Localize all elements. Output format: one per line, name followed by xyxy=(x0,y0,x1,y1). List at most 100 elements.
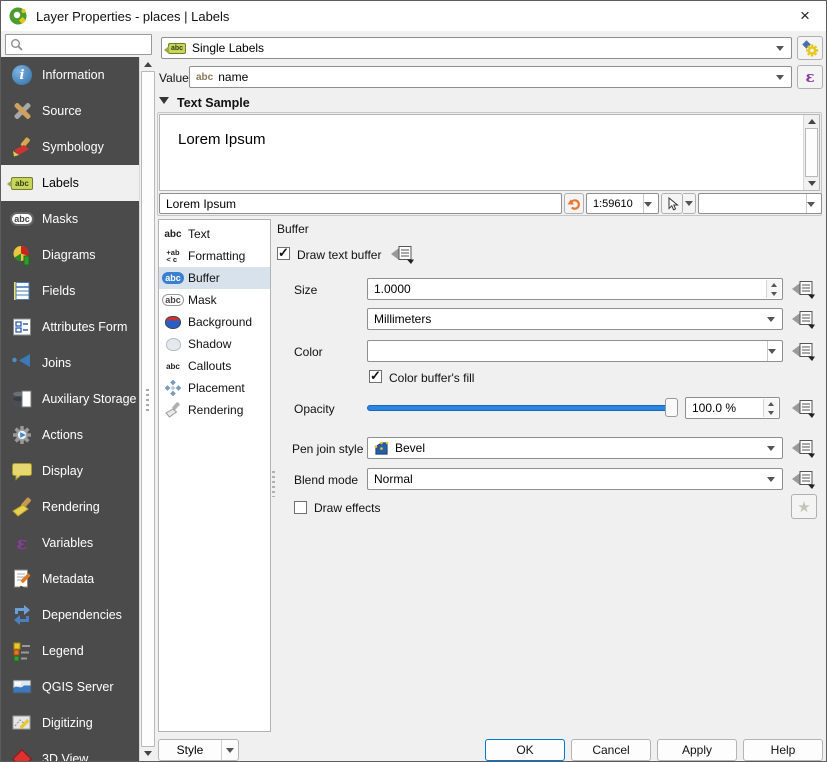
undo-arrow-icon xyxy=(567,197,581,211)
sidebar-item-metadata[interactable]: Metadata xyxy=(1,561,139,597)
3d-view-icon xyxy=(9,746,35,761)
buffer-color-button[interactable] xyxy=(367,340,783,362)
opacity-spinbox[interactable] xyxy=(685,397,780,419)
window-title: Layer Properties - places | Labels xyxy=(36,9,229,24)
automated-placement-settings-button[interactable] xyxy=(797,36,823,60)
sidebar-item-actions[interactable]: Actions xyxy=(1,417,139,453)
text-tab-icon: abc xyxy=(161,229,185,240)
sidebar-item-symbology[interactable]: Symbology xyxy=(1,129,139,165)
draw-text-buffer-label: Draw text buffer xyxy=(297,248,381,262)
label-mode-combo[interactable]: abc Single Labels xyxy=(161,37,792,59)
sidebar-item-rendering[interactable]: Rendering xyxy=(1,489,139,525)
sidebar-item-qgis-server[interactable]: QGIS Server xyxy=(1,669,139,705)
scroll-down-icon[interactable] xyxy=(808,181,816,186)
display-icon xyxy=(9,458,35,484)
tab-shadow[interactable]: Shadow xyxy=(159,333,270,355)
sample-text-input[interactable] xyxy=(159,193,562,214)
sidebar-scrollbar[interactable] xyxy=(139,57,156,761)
scroll-up-icon[interactable] xyxy=(808,119,816,124)
buffer-size-unit-combo[interactable]: Millimeters xyxy=(367,308,783,330)
blend-mode-combo[interactable]: Normal xyxy=(367,468,783,490)
sidebar-item-legend[interactable]: Legend xyxy=(1,633,139,669)
pen-join-style-combo[interactable]: Bevel xyxy=(367,437,783,459)
rendering-icon xyxy=(9,494,35,520)
sidebar-item-dependencies[interactable]: Dependencies xyxy=(1,597,139,633)
customize-effects-button[interactable]: ★ xyxy=(791,494,817,519)
sidebar-item-fields[interactable]: Fields xyxy=(1,273,139,309)
tab-placement[interactable]: Placement xyxy=(159,377,270,399)
value-field-combo[interactable]: abc name xyxy=(189,66,792,88)
set-from-map-canvas-button[interactable] xyxy=(661,193,683,214)
information-icon: i xyxy=(9,62,35,88)
sidebar-item-variables[interactable]: ε Variables xyxy=(1,525,139,561)
formatting-tab-icon: +ab< c xyxy=(161,249,185,263)
tab-buffer[interactable]: abc Buffer xyxy=(159,267,270,289)
expression-builder-button[interactable]: ε xyxy=(797,65,823,89)
tab-text[interactable]: abc Text xyxy=(159,223,270,245)
collapse-triangle-icon[interactable] xyxy=(159,97,169,104)
style-button[interactable]: Style xyxy=(158,739,239,761)
sidebar-item-masks[interactable]: abc Masks xyxy=(1,201,139,237)
tab-callouts[interactable]: abc Callouts xyxy=(159,355,270,377)
cancel-button[interactable]: Cancel xyxy=(571,739,651,761)
close-button[interactable]: × xyxy=(792,4,818,28)
sidebar-item-information[interactable]: i Information xyxy=(1,57,139,93)
tab-background[interactable]: Background xyxy=(159,311,270,333)
color-buffers-fill-checkbox[interactable] xyxy=(369,370,382,383)
sidebar-item-source[interactable]: Source xyxy=(1,93,139,129)
data-defined-override-icon[interactable] xyxy=(792,279,816,300)
scroll-down-icon[interactable] xyxy=(144,751,152,756)
variables-icon: ε xyxy=(9,530,35,556)
apply-button[interactable]: Apply xyxy=(657,739,737,761)
data-defined-override-icon[interactable] xyxy=(391,244,415,265)
star-icon: ★ xyxy=(797,498,810,516)
data-defined-override-icon[interactable] xyxy=(792,398,816,419)
fields-icon xyxy=(9,278,35,304)
map-canvas-options-arrow[interactable] xyxy=(683,193,696,214)
sidebar-item-auxiliary-storage[interactable]: Auxiliary Storage xyxy=(1,381,139,417)
draw-effects-checkbox[interactable] xyxy=(294,501,307,514)
data-defined-override-icon[interactable] xyxy=(792,469,816,490)
search-box[interactable] xyxy=(5,34,152,55)
sidebar-item-diagrams[interactable]: Diagrams xyxy=(1,237,139,273)
tab-rendering[interactable]: Rendering xyxy=(159,399,270,421)
opacity-slider-handle[interactable] xyxy=(665,398,678,417)
help-button[interactable]: Help xyxy=(743,739,823,761)
scroll-up-icon[interactable] xyxy=(144,62,152,67)
chevron-down-icon xyxy=(768,349,776,354)
spin-down-icon xyxy=(768,411,774,415)
sidebar-item-display[interactable]: Display xyxy=(1,453,139,489)
data-defined-override-icon[interactable] xyxy=(792,438,816,459)
opacity-label: Opacity xyxy=(294,402,335,416)
chevron-down-icon xyxy=(767,446,775,451)
tab-formatting[interactable]: +ab< c Formatting xyxy=(159,245,270,267)
sidebar-item-attributes-form[interactable]: Attributes Form xyxy=(1,309,139,345)
buffer-size-spinbox[interactable] xyxy=(367,278,783,300)
reset-sample-button[interactable] xyxy=(564,193,584,214)
search-icon xyxy=(10,38,23,51)
draw-text-buffer-checkbox[interactable] xyxy=(277,247,290,260)
chevron-down-icon xyxy=(644,202,652,207)
background-tab-icon xyxy=(161,316,185,329)
field-type-abc-icon: abc xyxy=(196,72,213,83)
search-input[interactable] xyxy=(23,39,141,51)
preview-background-combo[interactable] xyxy=(698,193,822,214)
placement-gear-icon xyxy=(801,39,819,57)
panel-splitter-handle[interactable] xyxy=(272,471,275,497)
tab-mask[interactable]: abc Mask xyxy=(159,289,270,311)
ok-button[interactable]: OK xyxy=(485,739,565,761)
sidebar-item-labels[interactable]: abc Labels xyxy=(1,165,139,201)
sidebar-item-digitizing[interactable]: Digitizing xyxy=(1,705,139,741)
data-defined-override-icon[interactable] xyxy=(792,309,816,330)
opacity-slider-track[interactable] xyxy=(367,405,673,411)
data-defined-override-icon[interactable] xyxy=(792,341,816,362)
attributes-form-icon xyxy=(9,314,35,340)
pen-join-style-label: Pen join style xyxy=(292,442,363,456)
preview-scrollbar[interactable] xyxy=(803,115,819,190)
auxiliary-storage-icon xyxy=(9,386,35,412)
sidebar-item-3d-view[interactable]: 3D View xyxy=(1,741,139,761)
preview-scale-combo[interactable]: 1:59610 xyxy=(586,193,659,214)
chevron-down-icon xyxy=(226,748,234,753)
sidebar-item-joins[interactable]: Joins xyxy=(1,345,139,381)
layer-properties-dialog: Layer Properties - places | Labels × i I… xyxy=(0,0,827,762)
